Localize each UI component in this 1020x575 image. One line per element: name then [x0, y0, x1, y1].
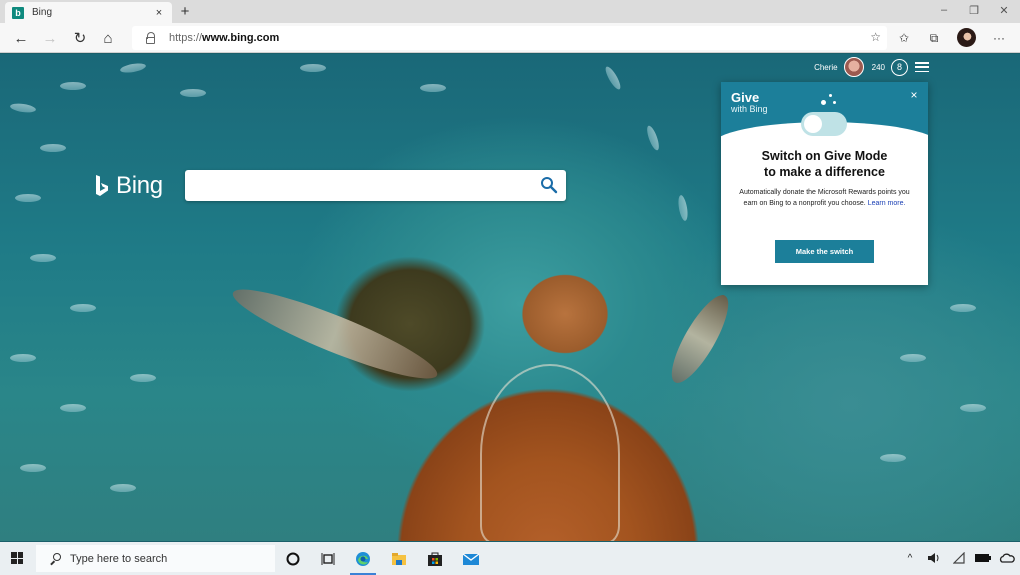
tab-strip: b Bing × + – ❐ ✕: [0, 0, 1020, 23]
fish-decor: [676, 194, 690, 222]
fish-decor: [603, 64, 623, 92]
tab-bing[interactable]: b Bing ×: [5, 2, 172, 23]
give-description: Automatically donate the Microsoft Rewar…: [739, 189, 910, 207]
screen: b Bing × + – ❐ ✕ ← → ↻ ⌂ https://www.bin…: [0, 0, 1020, 575]
search-input[interactable]: [193, 170, 533, 201]
bing-logo: Bing: [94, 172, 163, 200]
fish-decor: [950, 304, 976, 312]
give-subtitle: with Bing: [731, 104, 768, 114]
favorites-icon[interactable]: ✩: [895, 29, 913, 47]
fish-decor: [300, 64, 326, 72]
fish-decor: [40, 144, 66, 152]
url-text: https://www.bing.com: [169, 32, 280, 44]
bing-header: Cherie 240 8: [814, 57, 908, 77]
back-button[interactable]: ←: [12, 29, 30, 47]
taskbar-search[interactable]: Type here to search: [36, 545, 275, 572]
fish-decor: [180, 89, 206, 97]
bing-logo-text: Bing: [116, 172, 163, 199]
user-name[interactable]: Cherie: [814, 63, 838, 72]
fish-decor: [960, 404, 986, 412]
browser-toolbar: ← → ↻ ⌂ https://www.bing.com ☆ ✩ ⧉ ···: [0, 23, 1020, 53]
rewards-icon[interactable]: 8: [891, 58, 908, 76]
close-window-button[interactable]: ✕: [990, 0, 1018, 20]
bing-menu-icon[interactable]: [915, 62, 929, 72]
new-tab-button[interactable]: +: [177, 3, 193, 20]
tab-title: Bing: [32, 7, 53, 18]
mail-icon[interactable]: [458, 546, 484, 572]
add-favorite-icon[interactable]: ☆: [870, 30, 881, 44]
hearts-icon: [821, 92, 839, 106]
search-icon: [49, 552, 61, 565]
fish-decor: [119, 61, 147, 75]
edge-browser-icon[interactable]: [350, 546, 376, 575]
give-heading: Switch on Give Mode to make a difference: [761, 149, 888, 179]
onedrive-icon[interactable]: [999, 551, 1015, 565]
microsoft-store-icon[interactable]: [422, 546, 448, 572]
fish-decor: [130, 374, 156, 382]
rewards-points[interactable]: 240: [872, 63, 885, 72]
taskbar-search-placeholder: Type here to search: [70, 552, 168, 565]
fish-decor: [110, 484, 136, 492]
lock-icon: [146, 32, 156, 44]
user-avatar[interactable]: [843, 57, 864, 77]
taskbar: Type here to search ^: [0, 542, 1020, 575]
fish-decor: [60, 82, 86, 90]
show-hidden-icons-chevron[interactable]: ^: [902, 551, 918, 565]
file-explorer-icon[interactable]: [386, 546, 412, 572]
toggle-knob: [804, 115, 822, 133]
address-bar[interactable]: https://www.bing.com ☆: [132, 26, 887, 50]
volume-icon[interactable]: [926, 551, 942, 565]
fish-decor: [70, 304, 96, 312]
restore-button[interactable]: ❐: [960, 0, 988, 20]
give-mode-toggle[interactable]: [801, 112, 847, 136]
tab-close-icon[interactable]: ×: [152, 6, 166, 20]
give-title: Give: [731, 90, 760, 105]
fish-decor: [10, 354, 36, 362]
give-with-bing-popup: Give with Bing × Switch on Give Mode to …: [721, 82, 928, 285]
profile-avatar[interactable]: [957, 28, 976, 47]
battery-icon[interactable]: [975, 551, 991, 565]
fish-decor: [644, 124, 662, 152]
fish-decor: [30, 254, 56, 262]
fish-decor: [20, 464, 46, 472]
make-the-switch-button[interactable]: Make the switch: [775, 240, 874, 263]
fish-decor: [60, 404, 86, 412]
task-view-icon[interactable]: [315, 546, 341, 572]
search-box: [185, 170, 566, 201]
windows-start-icon[interactable]: [11, 552, 23, 564]
turtle-flipper-right: [662, 288, 738, 390]
fish-decor: [880, 454, 906, 462]
collections-icon[interactable]: ⧉: [925, 29, 943, 47]
close-popup-icon[interactable]: ×: [908, 88, 920, 102]
forward-button[interactable]: →: [41, 29, 59, 47]
learn-more-link[interactable]: Learn more.: [868, 200, 906, 207]
turtle-shell-pattern: [480, 364, 620, 541]
fish-decor: [9, 102, 37, 114]
minimize-button[interactable]: –: [930, 0, 958, 20]
network-icon[interactable]: [951, 551, 967, 565]
bing-favicon-icon: b: [12, 6, 24, 19]
refresh-button[interactable]: ↻: [71, 29, 89, 47]
cortana-icon[interactable]: [280, 546, 306, 572]
fish-decor: [420, 84, 446, 92]
settings-more-icon[interactable]: ···: [990, 29, 1008, 47]
search-icon[interactable]: [540, 176, 558, 194]
fish-decor: [900, 354, 926, 362]
bing-b-icon: [96, 175, 108, 196]
turtle-flipper-left: [226, 276, 444, 392]
home-button[interactable]: ⌂: [99, 29, 117, 47]
fish-decor: [15, 194, 41, 202]
